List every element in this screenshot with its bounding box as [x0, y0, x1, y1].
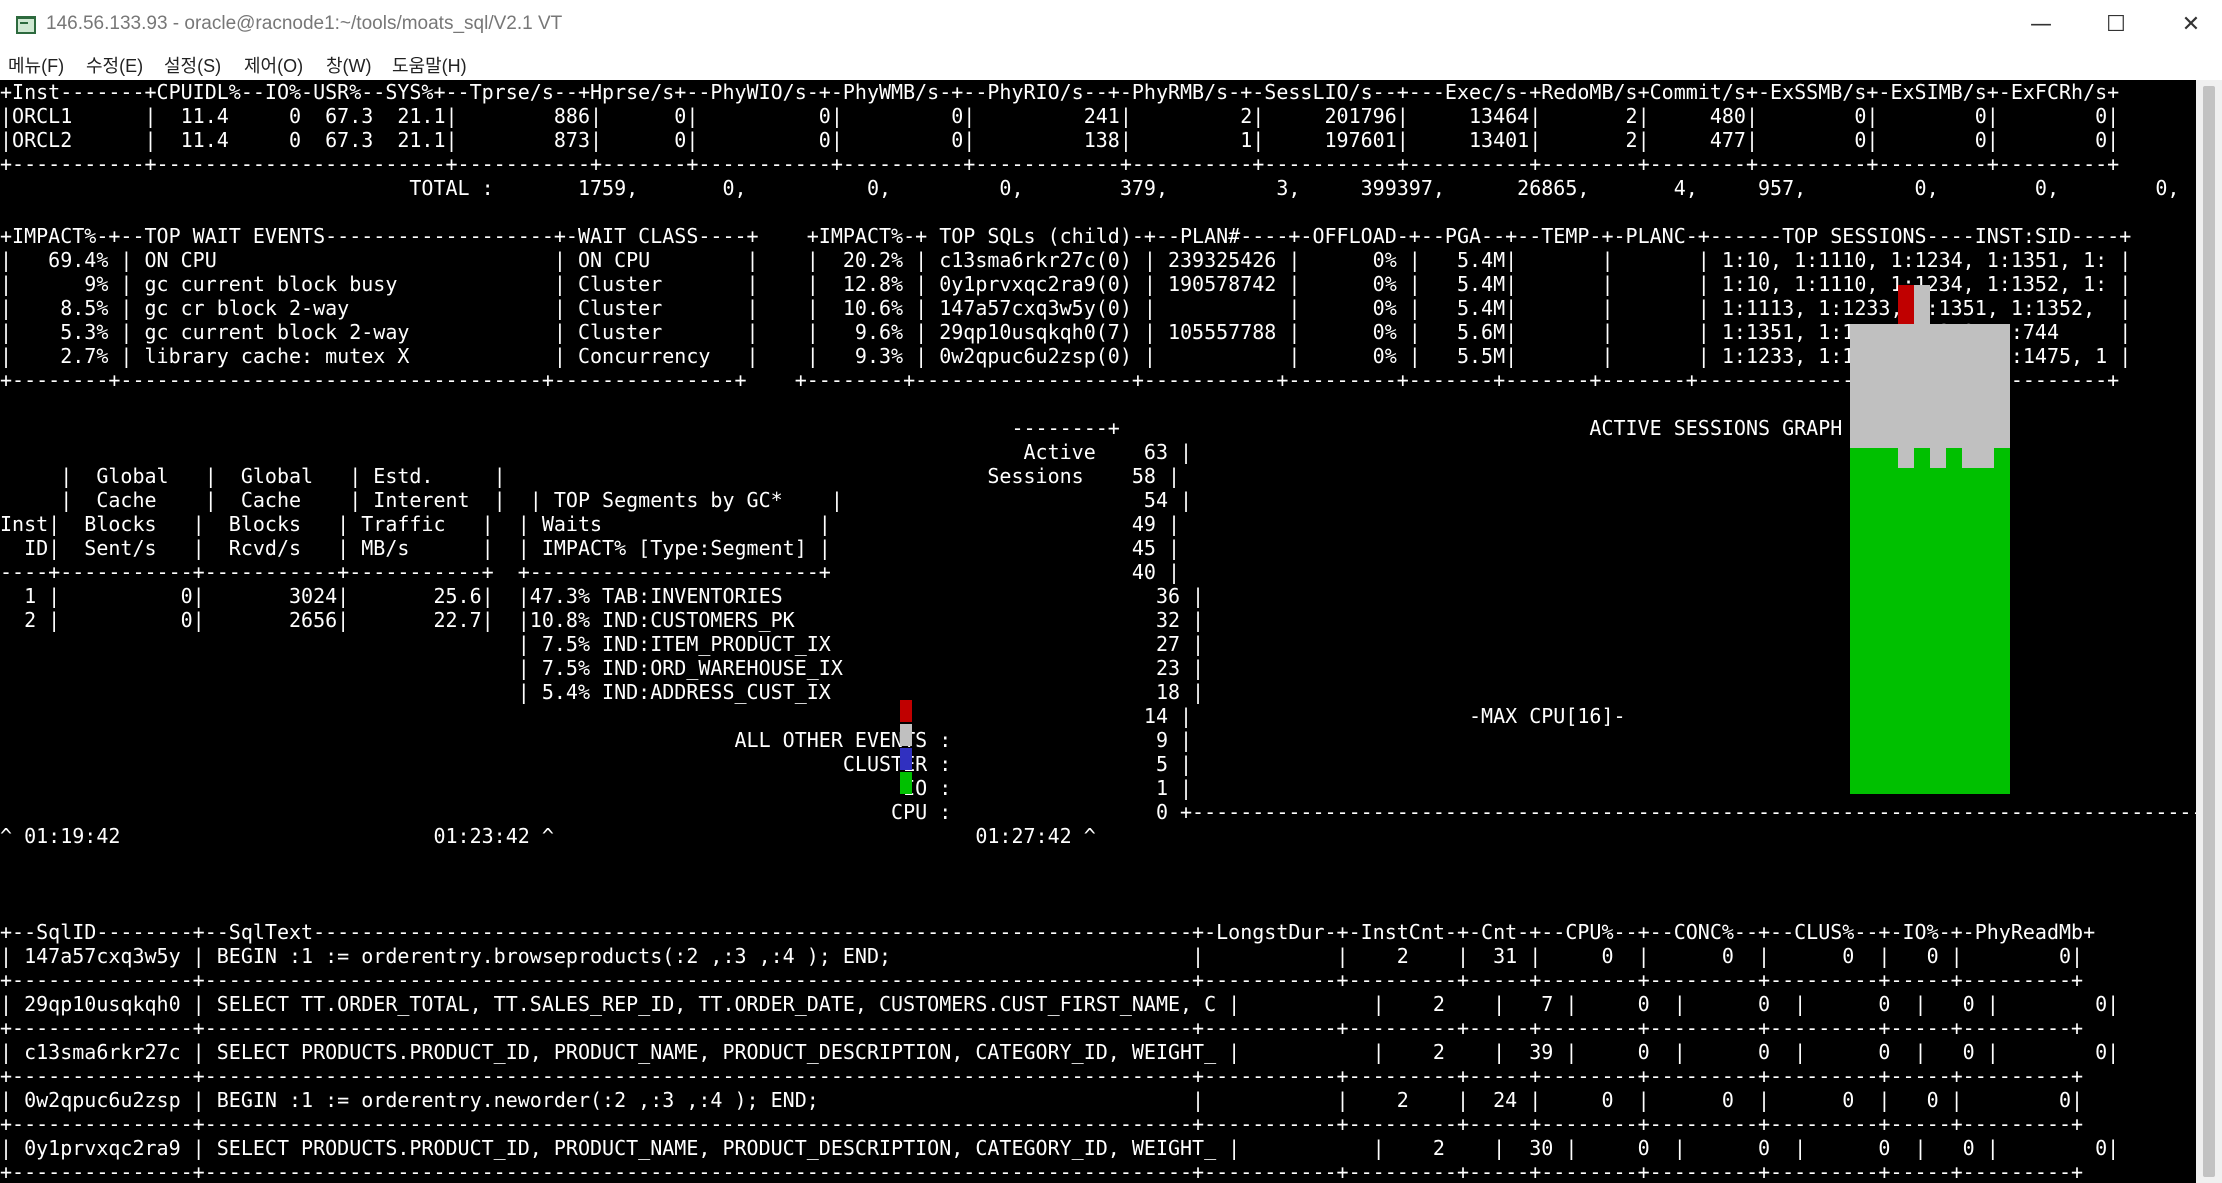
graph-bar-cluster [1946, 323, 1962, 449]
graph-bar-other [1898, 285, 1914, 324]
terminal-screen[interactable]: +Inst-------+CPUIDL%--IO%-USR%--SYS%+--T… [0, 80, 2196, 1183]
window-title: 146.56.133.93 - oracle@racnode1:~/tools/… [46, 13, 563, 34]
legend-other-swatch [900, 700, 912, 722]
maximize-icon[interactable]: ☐ [2085, 6, 2147, 44]
graph-bar-cluster [1866, 323, 1882, 449]
graph-bar-cpu [1978, 467, 1994, 794]
graph-bar-cpu [1962, 467, 1978, 794]
terminal-app-icon [16, 16, 36, 34]
menu-bar: 메뉴(F) 수정(E) 설정(S) 제어(O) 창(W) 도움말(H) [0, 50, 2222, 80]
menu-item-window[interactable]: 창(W) [326, 52, 372, 78]
graph-bar-cpu [1946, 448, 1962, 794]
menu-item-file[interactable]: 메뉴(F) [8, 52, 64, 78]
menu-item-edit[interactable]: 수정(E) [86, 52, 143, 78]
graph-bar-cluster [1962, 323, 1978, 468]
graph-bar-cpu [1994, 448, 2010, 794]
menu-item-help[interactable]: 도움말(H) [392, 52, 467, 78]
menu-item-control[interactable]: 제어(O) [244, 52, 303, 78]
graph-bar-cpu [1914, 448, 1930, 794]
minimize-icon[interactable]: — [2010, 6, 2072, 44]
close-icon[interactable]: ✕ [2160, 6, 2222, 44]
graph-bar-cpu [1898, 467, 1914, 794]
graph-bar-cluster [1882, 323, 1898, 449]
graph-bar-cluster [1914, 285, 1930, 449]
graph-bar-cluster [1978, 323, 1994, 468]
graph-bar-cpu [1930, 467, 1946, 794]
graph-bar-cluster [1994, 323, 2010, 449]
graph-bar-cluster [1898, 323, 1914, 468]
legend-cluster-swatch [900, 724, 912, 746]
graph-bar-cpu [1882, 448, 1898, 794]
scrollbar-thumb[interactable] [2203, 86, 2215, 1177]
vertical-scrollbar[interactable] [2196, 80, 2222, 1183]
graph-bar-cpu [1866, 448, 1882, 794]
legend-io-swatch [900, 748, 912, 770]
graph-bar-cpu [1850, 448, 1866, 794]
legend-cpu-swatch [900, 772, 912, 794]
graph-bar-cluster [1930, 323, 1946, 468]
graph-bar-cluster [1850, 323, 1866, 449]
window-title-bar: 146.56.133.93 - oracle@racnode1:~/tools/… [0, 0, 2222, 50]
menu-item-setup[interactable]: 설정(S) [164, 52, 221, 78]
